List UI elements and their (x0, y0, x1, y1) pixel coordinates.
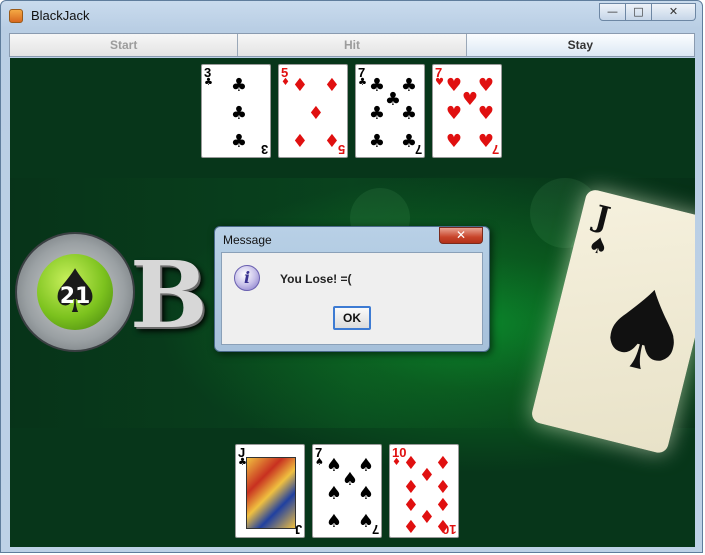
window-title: BlackJack (31, 8, 90, 23)
logo-green-disc: ♠ 21 (37, 254, 113, 330)
card-rank-bottom: 7 (491, 142, 499, 157)
card-pip-icon: ♥ (477, 75, 495, 96)
playing-card: 7 ♠ ♠ ♠ ♠ ♠ ♠ ♠ ♠ 7 (312, 444, 382, 538)
card-pip-icon: ♣ (400, 103, 418, 124)
window-controls: — □ ✕ (599, 3, 696, 21)
playing-card: 7 ♣ ♣ ♣ ♣ ♣ ♣ ♣ ♣ 7 (355, 64, 425, 158)
start-button[interactable]: Start (10, 34, 239, 56)
playing-card: 7 ♥ ♥ ♥ ♥ ♥ ♥ ♥ ♥ 7 (432, 64, 502, 158)
background-card-suit-icon: ♠ (585, 232, 611, 262)
java-app-icon (9, 9, 23, 23)
card-pip-icon: ♠ (357, 455, 375, 476)
dialog-close-button[interactable]: ✕ (439, 227, 483, 244)
card-rank-bottom: 5 (337, 142, 345, 157)
card-pip-icon: ♣ (230, 75, 248, 96)
title-bar[interactable]: BlackJack — □ ✕ (1, 1, 702, 31)
minimize-button[interactable]: — (599, 3, 626, 21)
dialog-body: i You Lose! =( OK (221, 252, 483, 345)
dialog-title: Message (223, 233, 272, 247)
card-suit-icon: ♣ (204, 77, 213, 88)
card-suit-icon: ♦ (392, 457, 401, 468)
card-pip-icon: ♦ (291, 131, 309, 152)
card-pip-icon: ♦ (323, 75, 341, 96)
card-pip-icon: ♣ (230, 103, 248, 124)
background-card-rank: J (591, 199, 614, 237)
card-pip-icon: ♦ (402, 517, 420, 538)
info-icon: i (234, 265, 260, 291)
ok-button[interactable]: OK (333, 306, 371, 330)
hit-button[interactable]: Hit (238, 34, 467, 56)
card-pip-icon: ♥ (445, 103, 463, 124)
dialog-message: You Lose! =( (280, 272, 352, 286)
card-pip-icon: ♣ (400, 75, 418, 96)
message-dialog: Message ✕ i You Lose! =( OK (214, 226, 490, 352)
card-pip-icon: ♦ (291, 75, 309, 96)
card-suit-icon: ♥ (435, 77, 444, 88)
close-button[interactable]: ✕ (652, 3, 696, 21)
card-pip-icon: ♥ (477, 103, 495, 124)
playing-card: 5 ♦ ♦ ♦ ♦ ♦ ♦ 5 (278, 64, 348, 158)
card-suit-icon: ♦ (281, 77, 290, 88)
spade-art-icon: ♠ (581, 256, 695, 405)
card-pip-icon: ♦ (307, 103, 325, 124)
card-pip-icon: ♠ (357, 483, 375, 504)
card-pip-icon: ♣ (368, 103, 386, 124)
playing-card: J ♣ J (235, 444, 305, 538)
card-rank-bottom: 3 (260, 142, 268, 157)
card-pip-icon: ♠ (325, 511, 343, 532)
card-pip-icon: ♠ (325, 483, 343, 504)
card-pip-icon: ♦ (434, 453, 452, 474)
game-toolbar: Start Hit Stay (9, 33, 695, 57)
card-rank-bottom: 10 (441, 522, 456, 537)
card-rank-bottom: 7 (371, 522, 379, 537)
card-rank-bottom: J (294, 522, 302, 537)
card-pip-icon: ♥ (445, 131, 463, 152)
card-rank-bottom: 7 (414, 142, 422, 157)
playing-card: 3 ♣ ♣ ♣ ♣ 3 (201, 64, 271, 158)
stay-button[interactable]: Stay (466, 34, 694, 56)
card-pip-icon: ♣ (230, 131, 248, 152)
blackjack-21-logo: ♠ 21 (15, 232, 135, 352)
logo-number: 21 (59, 284, 91, 309)
card-suit-icon: ♠ (315, 457, 324, 468)
card-suit-icon: ♣ (358, 77, 367, 88)
card-pip-icon: ♦ (434, 495, 452, 516)
playing-card: 10 ♦ ♦ ♦ ♦ ♦ ♦ ♦ ♦ ♦ ♦ ♦ 10 (389, 444, 459, 538)
face-card-art (246, 457, 296, 529)
card-pip-icon: ♣ (368, 131, 386, 152)
maximize-button[interactable]: □ (626, 3, 652, 21)
